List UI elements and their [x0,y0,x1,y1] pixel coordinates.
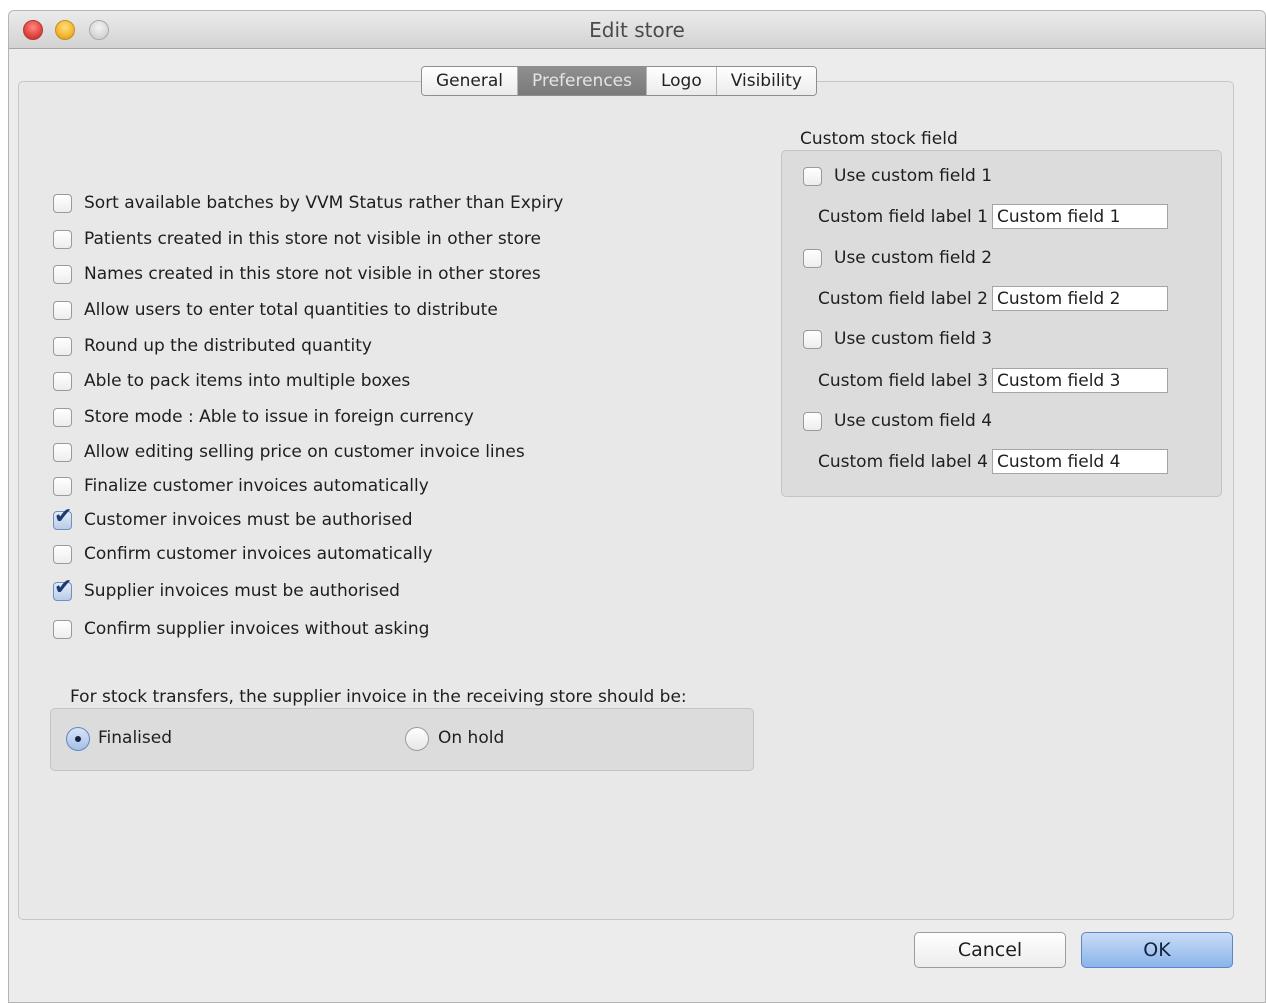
use-custom-field-1-checkbox[interactable] [803,167,822,186]
pref-label-names-not-visible: Names created in this store not visible … [84,264,541,284]
use-custom-field-4-label: Use custom field 4 [834,411,993,431]
use-custom-field-4-checkbox[interactable] [803,412,822,431]
window-title: Edit store [589,18,685,42]
stock-transfers-label: For stock transfers, the supplier invoic… [70,687,687,707]
custom-field-label-1-input[interactable] [992,204,1168,229]
checkmark-icon: ✔ [54,504,73,529]
pref-checkbox-multiple-boxes[interactable] [53,372,72,391]
tab-visibility[interactable]: Visibility [716,67,816,95]
pref-label-customer-invoices-authorised: Customer invoices must be authorised [84,510,413,530]
use-custom-field-2-checkbox[interactable] [803,249,822,268]
pref-checkbox-confirm-customer-invoices[interactable] [53,545,72,564]
pref-checkbox-round-up[interactable] [53,337,72,356]
custom-stock-field-title: Custom stock field [800,129,958,149]
pref-checkbox-names-not-visible[interactable] [53,265,72,284]
cancel-button[interactable]: Cancel [914,932,1066,968]
pref-label-sort-vvm: Sort available batches by VVM Status rat… [84,193,564,213]
tab-preferences[interactable]: Preferences [518,67,647,95]
custom-field-label-4-caption: Custom field label 4 [818,452,988,472]
pref-checkbox-foreign-currency[interactable] [53,408,72,427]
title-bar: Edit store [9,11,1265,49]
pref-label-round-up: Round up the distributed quantity [84,336,372,356]
pref-label-patients-not-visible: Patients created in this store not visib… [84,229,541,249]
ok-button[interactable]: OK [1081,932,1233,968]
tab-bar: General Preferences Logo Visibility [421,66,817,96]
radio-label-finalised: Finalised [98,728,173,748]
use-custom-field-2-label: Use custom field 2 [834,248,993,268]
pref-checkbox-sort-vvm[interactable] [53,194,72,213]
pref-checkbox-patients-not-visible[interactable] [53,230,72,249]
custom-field-label-4-input[interactable] [992,449,1168,474]
checkmark-icon: ✔ [54,575,73,600]
custom-stock-field-group [781,150,1222,497]
radio-label-on-hold: On hold [438,728,505,748]
custom-field-label-3-caption: Custom field label 3 [818,371,988,391]
custom-field-label-3-input[interactable] [992,368,1168,393]
pref-checkbox-total-quantities[interactable] [53,301,72,320]
pref-checkbox-customer-invoices-authorised[interactable]: ✔ [53,506,72,530]
pref-label-finalize-customer-invoices: Finalize customer invoices automatically [84,476,429,496]
pref-checkbox-supplier-invoices-authorised[interactable]: ✔ [53,577,72,601]
pref-label-confirm-customer-invoices: Confirm customer invoices automatically [84,544,433,564]
use-custom-field-3-checkbox[interactable] [803,330,822,349]
pref-checkbox-confirm-supplier-invoices[interactable] [53,620,72,639]
tab-logo[interactable]: Logo [646,67,717,95]
pref-label-edit-selling-price: Allow editing selling price on customer … [84,442,525,462]
use-custom-field-1-label: Use custom field 1 [834,166,993,186]
use-custom-field-3-label: Use custom field 3 [834,329,993,349]
radio-selected-dot-icon [75,736,81,742]
pref-label-total-quantities: Allow users to enter total quantities to… [84,300,498,320]
radio-on-hold[interactable] [405,727,429,751]
pref-label-multiple-boxes: Able to pack items into multiple boxes [84,371,411,391]
tab-general[interactable]: General [422,67,518,95]
pref-checkbox-edit-selling-price[interactable] [53,443,72,462]
pref-label-supplier-invoices-authorised: Supplier invoices must be authorised [84,581,400,601]
custom-field-label-2-input[interactable] [992,286,1168,311]
custom-field-label-1-caption: Custom field label 1 [818,207,988,227]
pref-label-confirm-supplier-invoices: Confirm supplier invoices without asking [84,619,430,639]
pref-label-foreign-currency: Store mode : Able to issue in foreign cu… [84,407,474,427]
radio-finalised[interactable] [66,727,90,751]
pref-checkbox-finalize-customer-invoices[interactable] [53,477,72,496]
custom-field-label-2-caption: Custom field label 2 [818,289,988,309]
